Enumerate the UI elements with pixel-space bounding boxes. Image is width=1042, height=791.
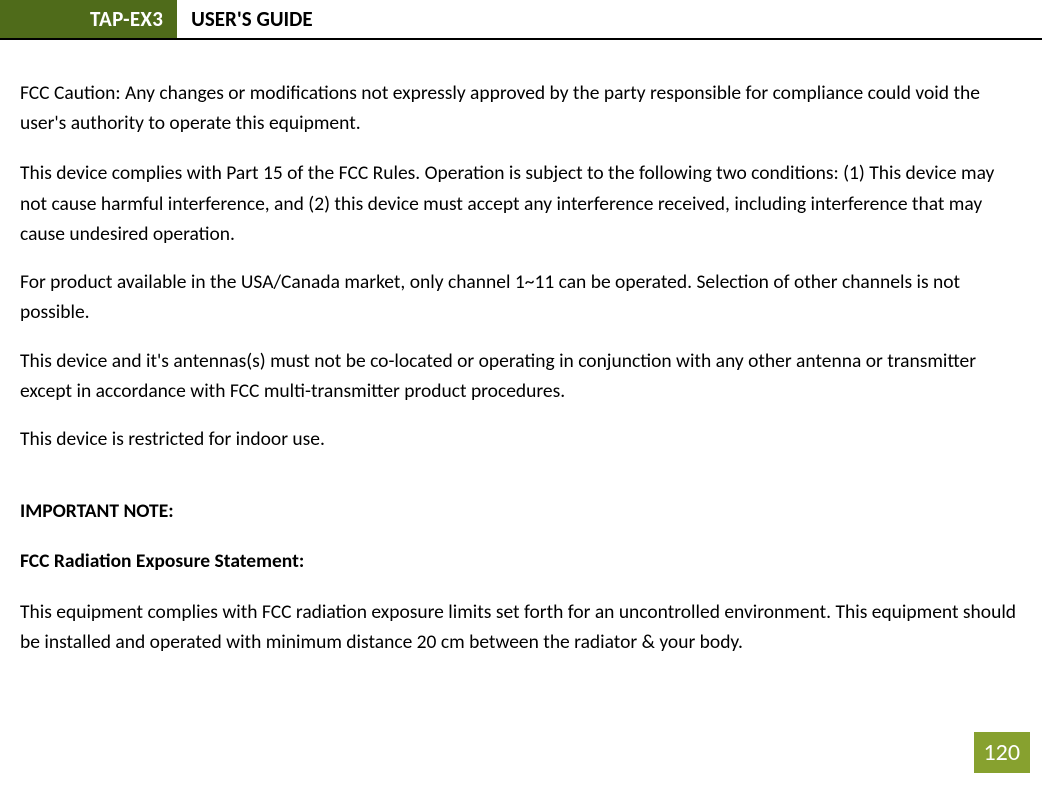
document-title: USER'S GUIDE <box>177 0 326 38</box>
fcc-caution-paragraph: FCC Caution: Any changes or modification… <box>20 78 1024 138</box>
important-note-heading: IMPORTANT NOTE: <box>20 496 1024 526</box>
indoor-use-paragraph: This device is restricted for indoor use… <box>20 424 1024 454</box>
antenna-colocation-paragraph: This device and it's antennas(s) must no… <box>20 346 1024 406</box>
product-tab: TAP-EX3 <box>0 0 177 38</box>
usa-canada-channels-paragraph: For product available in the USA/Canada … <box>20 267 1024 327</box>
fcc-radiation-heading: FCC Radiation Exposure Statement: <box>20 546 1024 576</box>
page-content: FCC Caution: Any changes or modification… <box>0 78 1042 657</box>
fcc-part15-paragraph: This device complies with Part 15 of the… <box>20 158 1024 249</box>
page-number: 120 <box>974 732 1031 773</box>
radiation-exposure-paragraph: This equipment complies with FCC radiati… <box>20 597 1024 657</box>
page-header: TAP-EX3 USER'S GUIDE <box>0 0 1042 40</box>
